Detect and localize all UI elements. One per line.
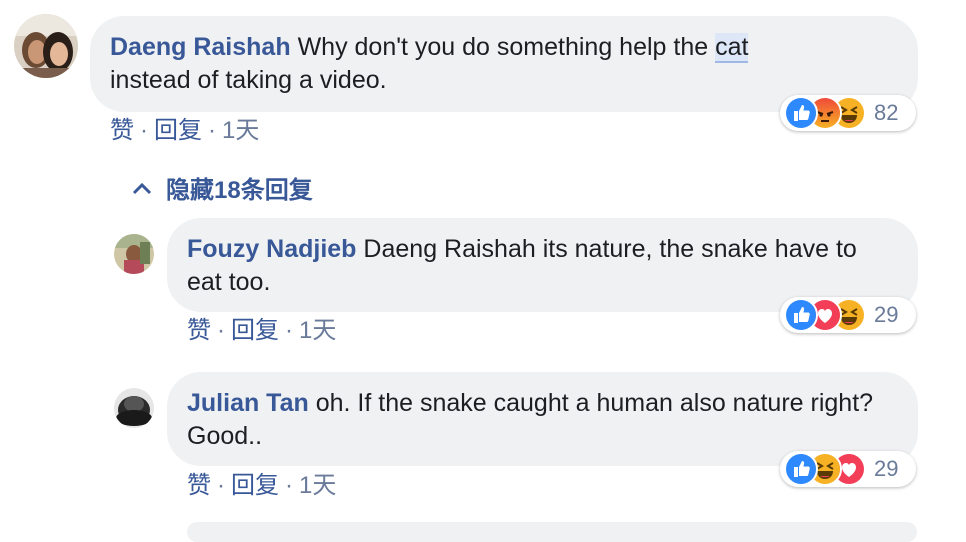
reaction-count: 29 (874, 302, 899, 327)
hide-replies-link[interactable]: 隐藏18条回复 (132, 170, 313, 205)
reply-button[interactable]: 回复 (231, 472, 279, 499)
like-button[interactable]: 赞 (110, 117, 134, 144)
reactions-summary[interactable]: 29 (780, 451, 916, 487)
timestamp[interactable]: 1天 (222, 117, 259, 144)
like-button[interactable]: 赞 (187, 317, 211, 344)
like-icon (784, 298, 818, 332)
avatar-daeng-raishah[interactable] (14, 14, 78, 78)
like-icon (784, 452, 818, 486)
reaction-count: 82 (874, 100, 899, 125)
reactions-summary[interactable]: 82 (780, 95, 916, 131)
reply-actions: 赞 · 回复 · 1天 (187, 316, 336, 346)
separator: · (217, 317, 225, 344)
separator: · (140, 117, 148, 144)
highlighted-word: cat (715, 33, 749, 63)
reaction-count: 29 (874, 456, 899, 481)
chevron-up-icon (132, 182, 152, 194)
reply-actions: 赞 · 回复 · 1天 (187, 471, 336, 501)
separator: · (208, 117, 216, 144)
reply-button[interactable]: 回复 (231, 317, 279, 344)
avatar-fouzy-nadjieb[interactable] (114, 234, 154, 274)
next-reply-bubble (187, 522, 917, 542)
reactions-summary[interactable]: 29 (780, 297, 916, 333)
like-button[interactable]: 赞 (187, 472, 211, 499)
separator: · (217, 472, 225, 499)
avatar-julian-tan[interactable] (114, 388, 154, 428)
reply-author[interactable]: Julian Tan (187, 389, 309, 417)
comment-actions: 赞 · 回复 · 1天 (110, 116, 259, 146)
avatar-image (14, 14, 78, 78)
comment-text-part: instead of taking a video. (110, 66, 387, 94)
comment-text-part: Why don't you do something help the (297, 33, 716, 61)
comment-author[interactable]: Daeng Raishah (110, 33, 291, 61)
like-icon (784, 96, 818, 130)
timestamp[interactable]: 1天 (299, 472, 336, 499)
reply-button[interactable]: 回复 (154, 117, 202, 144)
avatar-image (114, 388, 154, 428)
hide-replies-label: 隐藏18条回复 (166, 177, 313, 204)
reply-author[interactable]: Fouzy Nadjieb (187, 235, 356, 263)
timestamp[interactable]: 1天 (299, 317, 336, 344)
separator: · (285, 472, 293, 499)
separator: · (285, 317, 293, 344)
avatar-image (114, 234, 154, 274)
